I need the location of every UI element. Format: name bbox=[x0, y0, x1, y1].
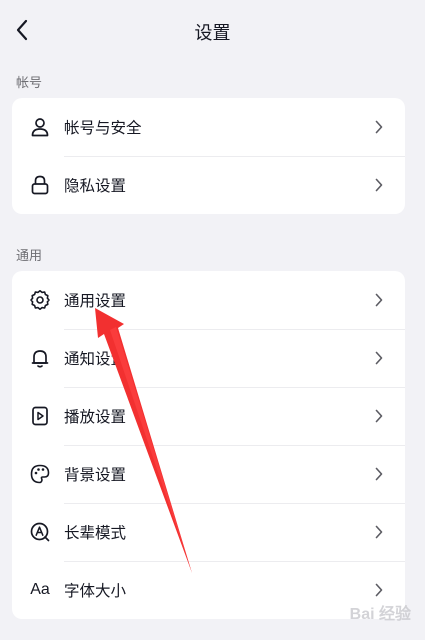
row-label: 帐号与安全 bbox=[64, 119, 142, 137]
font-size-icon-text: Aa bbox=[30, 581, 50, 598]
row-label: 背景设置 bbox=[64, 466, 127, 484]
gear-icon bbox=[26, 286, 54, 314]
chevron-right-icon bbox=[371, 177, 387, 193]
settings-row-account-security[interactable]: 帐号与安全 bbox=[12, 98, 405, 156]
play-icon bbox=[26, 402, 54, 430]
settings-row-font-size[interactable]: Aa 字体大小 bbox=[12, 561, 405, 619]
settings-row-background[interactable]: 背景设置 bbox=[12, 445, 405, 503]
account-card: 帐号与安全 隐私设置 bbox=[12, 98, 405, 214]
elder-mode-icon bbox=[26, 518, 54, 546]
section-title-general: 通用 bbox=[16, 249, 43, 264]
chevron-right-icon bbox=[371, 350, 387, 366]
settings-row-general[interactable]: 通用设置 bbox=[12, 271, 405, 329]
chevron-right-icon bbox=[371, 524, 387, 540]
row-label: 通知设置 bbox=[64, 350, 127, 368]
chevron-right-icon bbox=[371, 119, 387, 135]
bell-icon bbox=[26, 344, 54, 372]
header-bar: 设置 bbox=[0, 0, 425, 62]
chevron-right-icon bbox=[371, 408, 387, 424]
chevron-right-icon bbox=[371, 582, 387, 598]
font-size-icon: Aa bbox=[26, 576, 54, 604]
page-title: 设置 bbox=[194, 23, 231, 44]
row-label: 隐私设置 bbox=[64, 177, 127, 195]
watermark: Bai 经验 bbox=[349, 606, 411, 623]
palette-icon bbox=[26, 460, 54, 488]
general-card: 通用设置 通知设置 播放设置 背景设置 长辈模式 Aa 字体大小 bbox=[12, 271, 405, 619]
settings-row-notifications[interactable]: 通知设置 bbox=[12, 329, 405, 387]
chevron-right-icon bbox=[371, 466, 387, 482]
row-label: 字体大小 bbox=[64, 582, 127, 600]
section-title-account: 帐号 bbox=[16, 76, 43, 91]
chevron-right-icon bbox=[371, 292, 387, 308]
row-label: 通用设置 bbox=[64, 292, 127, 310]
settings-row-privacy[interactable]: 隐私设置 bbox=[12, 156, 405, 214]
person-icon bbox=[26, 113, 54, 141]
settings-row-playback[interactable]: 播放设置 bbox=[12, 387, 405, 445]
row-label: 长辈模式 bbox=[64, 524, 127, 542]
row-label: 播放设置 bbox=[64, 408, 127, 426]
lock-icon bbox=[26, 171, 54, 199]
settings-row-elder-mode[interactable]: 长辈模式 bbox=[12, 503, 405, 561]
